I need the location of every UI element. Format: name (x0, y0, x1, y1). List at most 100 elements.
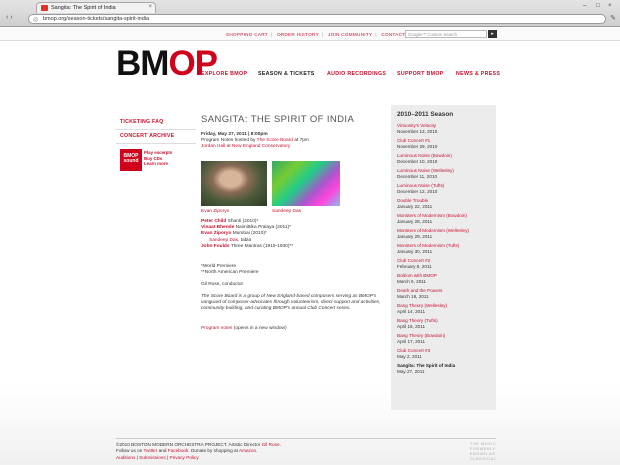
composer[interactable]: Vinaat Bhende (201, 225, 234, 230)
work: Three Mantras (1919-1930)** (229, 243, 294, 249)
minimize-icon[interactable]: – (583, 3, 586, 9)
event-info: Friday, May 27, 2011 | 8:00pm Program No… (201, 132, 381, 150)
donate-text: . Donate by shopping at (188, 448, 239, 454)
facebook-link[interactable]: Facebook (168, 448, 189, 453)
order-history-link[interactable]: ORDER HISTORY (277, 32, 319, 37)
promo-line-3[interactable]: Learn more (144, 161, 172, 167)
footer-divider (116, 438, 496, 439)
season-item-date: January 30, 2011 (397, 248, 433, 254)
premiere-notes: *World Premiere **North American Premier… (201, 264, 391, 276)
season-item[interactable]: Death and the Powers March 18, 2011 (397, 288, 490, 299)
soloist-role: , tabla (238, 237, 252, 243)
season-item[interactable]: Double Trouble January 22, 2011 (397, 198, 490, 209)
season-item[interactable]: Sangita: The Spirit of India May 27, 2011 (397, 363, 490, 374)
submissions-link[interactable]: Submissions (139, 455, 166, 460)
favicon-icon (41, 5, 48, 11)
score-board-link[interactable]: The Score Board (257, 138, 293, 143)
follow-text: Follow us on (116, 448, 144, 454)
notes-suffix: at 7pm (292, 138, 309, 143)
twitter-link[interactable]: Twitter (144, 448, 158, 453)
season-item-date: April 17, 2011 (397, 338, 426, 344)
season-item[interactable]: Monsters of Modernism (Wellesley) January… (397, 228, 490, 239)
amazon-link[interactable]: Amazon (239, 448, 256, 453)
season-item[interactable]: Club Concert #2 February 8, 2011 (397, 258, 490, 269)
season-item-date: May 27, 2011 (397, 368, 425, 374)
season-item[interactable]: Virtuosity's Velocity November 13, 2010 (397, 123, 490, 134)
venue-link[interactable]: Jordan Hall at New England Conservatory (201, 144, 381, 150)
promo-text: Play excerpts Buy CDs Learn more (144, 150, 172, 167)
search-input[interactable]: Google™ Custom Search (405, 30, 487, 38)
photo-caption-2[interactable]: Sandeep Das (272, 209, 301, 214)
evan-ziporyn-photo[interactable] (201, 161, 267, 206)
season-item-date: November 29, 2010 (397, 143, 438, 149)
season-item[interactable]: Luminous Noise (Wellesley) December 11, 2… (397, 168, 490, 179)
season-item[interactable]: Luminous Noise (Tufts) December 12, 2010 (397, 183, 490, 194)
work: Mumbai (2010)* (231, 231, 267, 237)
nav-support[interactable]: SUPPORT BMOP (397, 71, 444, 77)
season-item-date: January 22, 2011 (397, 203, 433, 209)
soloist-link[interactable]: Sandeep Das (209, 238, 238, 243)
bmop-sound-promo[interactable]: BMOP sound Play excerpts Buy CDs Learn m… (116, 149, 196, 177)
close-icon[interactable]: × (148, 4, 152, 10)
work: Shanti (2010)* (226, 219, 259, 224)
footer-links: Auditions | Submissions | Privacy Policy (116, 454, 199, 460)
shopping-cart-link[interactable]: SHOPPING CART (226, 32, 268, 37)
season-item-date: January 29, 2011 (397, 233, 433, 239)
gil-rose-link[interactable]: Gil Rose (262, 442, 280, 447)
and-text: and (157, 448, 168, 454)
logo-part-2: OP (168, 44, 218, 83)
composer[interactable]: Peter Child (201, 219, 226, 224)
search-button[interactable]: ▸ (488, 30, 497, 38)
season-item[interactable]: Monsters of Modernism (Bowdoin) January 2… (397, 213, 490, 224)
season-item-date: December 10, 2010 (397, 158, 438, 164)
season-item[interactable]: Club Concert #1 November 29, 2010 (397, 138, 490, 149)
back-forward-icon[interactable]: ‹ › (6, 14, 13, 21)
season-item-date: March 6, 2011 (397, 278, 427, 284)
join-community-link[interactable]: JOIN COMMUNITY (328, 32, 372, 37)
wrench-icon[interactable]: ✎ (610, 14, 616, 22)
season-item-date: December 11, 2010 (397, 173, 438, 179)
tab-title: Sangita: The Spirit of India (51, 5, 116, 11)
url-text: bmop.org/season-tickets/sangita-spirit-i… (43, 16, 150, 22)
concert-archive-link[interactable]: CONCERT ARCHIVE (116, 130, 196, 144)
season-heading: 2010–2011 Season (397, 111, 454, 118)
season-item-date: December 12, 2010 (397, 188, 438, 194)
maximize-icon[interactable]: □ (596, 3, 600, 9)
season-item[interactable]: Bang Theory (Bowdoin) April 17, 2011 (397, 333, 490, 344)
privacy-policy-link[interactable]: Privacy Policy (170, 455, 199, 460)
season-item[interactable]: Bang Theory (Wellesley) April 14, 2011 (397, 303, 490, 314)
program-notes-link[interactable]: Program notes (201, 326, 232, 331)
season-list: Virtuosity's Velocity November 13, 2010 Cl… (397, 123, 490, 374)
sandeep-das-photo[interactable] (272, 161, 340, 206)
composer[interactable]: Evan Ziporyn (201, 231, 231, 236)
nav-news-press[interactable]: NEWS & PRESS (456, 71, 500, 77)
score-board-description: The Score Board is a group of New Englan… (201, 294, 381, 312)
web-page: SHOPPING CART | ORDER HISTORY | JOIN COMMU… (0, 28, 620, 465)
copyright-text: ©2010 BOSTON MODERN ORCHESTRA PROJECT. A… (116, 442, 262, 447)
season-item[interactable]: Monsters of Modernism (Tufts) January 30,… (397, 243, 490, 254)
season-item[interactable]: Bang Theory (Tufts) April 16, 2011 (397, 318, 490, 329)
footer-tagline: THE MUSIC FORMERLY KNOWN AS CLASSICAL (470, 442, 496, 462)
footer: ©2010 BOSTON MODERN ORCHESTRA PROJECT. A… (116, 442, 281, 461)
na-premiere-note: **North American Premiere (201, 270, 259, 276)
utility-links: SHOPPING CART | ORDER HISTORY | JOIN COMMU… (226, 32, 406, 37)
auditions-link[interactable]: Auditions (116, 455, 135, 460)
season-item[interactable]: Luminous Noise (Bowdoin) December 10, 201… (397, 153, 490, 164)
season-item-date: November 13, 2010 (397, 128, 438, 134)
promo-line-1[interactable]: Play excerpts (144, 150, 172, 156)
nav-explore[interactable]: EXPLORE BMOP (201, 71, 247, 77)
page-title: SANGITA: THE SPIRIT OF INDIA (201, 114, 355, 125)
window-close-icon[interactable]: × (608, 3, 612, 9)
contact-link[interactable]: CONTACT (381, 32, 405, 37)
nav-season-tickets[interactable]: SEASON & TICKETS (258, 71, 315, 77)
conductor-line: Gil Rose, conductor (201, 282, 244, 287)
address-bar[interactable]: ◎ bmop.org/season-tickets/sangita-spirit… (28, 14, 606, 24)
season-item-date: April 14, 2011 (397, 308, 426, 314)
season-item[interactable]: Boléom with BMOP March 6, 2011 (397, 273, 490, 284)
ticketing-faq-link[interactable]: TICKETING FAQ (116, 116, 196, 130)
season-item[interactable]: Club Concert #3 May 2, 2011 (397, 348, 490, 359)
nav-audio-recordings[interactable]: AUDIO RECORDINGS (327, 71, 386, 77)
photo-caption-1[interactable]: Evan Ziporyn (201, 209, 229, 214)
browser-tab[interactable]: Sangita: The Spirit of India × (36, 2, 156, 13)
composer[interactable]: John Foulds (201, 244, 230, 249)
